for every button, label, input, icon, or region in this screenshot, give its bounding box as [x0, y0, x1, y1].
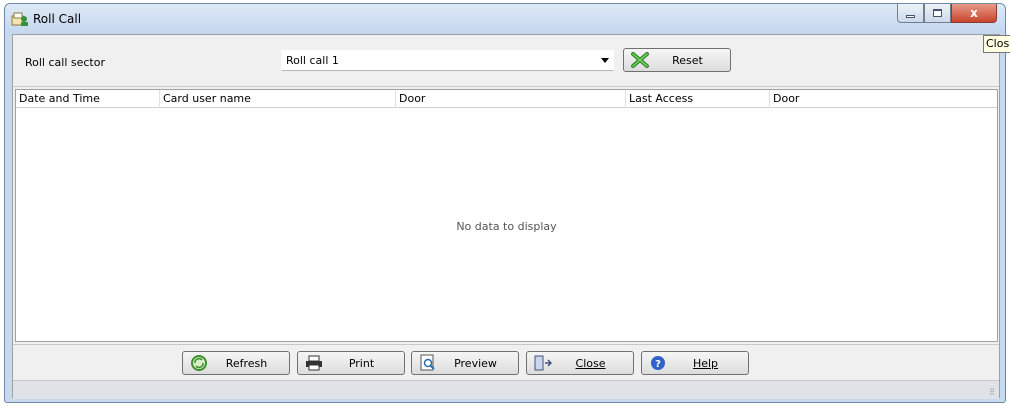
help-button[interactable]: ? Help: [641, 351, 749, 375]
action-toolbar: Refresh Print Preview Close ? Help: [13, 344, 999, 380]
column-header-door-2[interactable]: Door: [770, 90, 997, 108]
grid-header: Date and Time Card user name Door Last A…: [16, 90, 997, 108]
roll-call-sector-combo[interactable]: Roll call 1: [281, 50, 614, 71]
printer-icon: [303, 353, 325, 373]
combo-selected-value: Roll call 1: [286, 54, 339, 67]
column-header-date-time[interactable]: Date and Time: [16, 90, 160, 108]
roll-call-sector-label: Roll call sector: [25, 56, 105, 69]
column-header-card-user-name[interactable]: Card user name: [160, 90, 396, 108]
preview-icon: [417, 353, 439, 373]
reset-button[interactable]: Reset: [623, 48, 731, 72]
client-area: Roll call sector Roll call 1 Reset Date …: [12, 34, 1000, 399]
green-x-icon: [629, 50, 651, 70]
roll-call-icon: [11, 11, 29, 27]
print-button[interactable]: Print: [297, 351, 405, 375]
column-header-last-access[interactable]: Last Access: [626, 90, 770, 108]
close-tooltip: Close: [983, 35, 1010, 53]
column-header-door[interactable]: Door: [396, 90, 626, 108]
chevron-down-icon[interactable]: [601, 58, 609, 63]
preview-button-label: Preview: [454, 356, 497, 370]
close-icon: x: [970, 6, 978, 20]
minimize-icon: [906, 14, 915, 18]
close-button[interactable]: Close: [526, 351, 634, 375]
close-button-label: Close: [575, 356, 606, 370]
window-close-button[interactable]: x: [951, 4, 997, 23]
maximize-icon: [933, 9, 942, 17]
window-title: Roll Call: [33, 12, 82, 26]
preview-button[interactable]: Preview: [411, 351, 519, 375]
resize-grip-icon[interactable]: ⠿: [989, 388, 996, 397]
maximize-button[interactable]: [924, 4, 951, 23]
filter-bar: Roll call sector Roll call 1 Reset: [13, 35, 999, 87]
help-button-label: Help: [692, 356, 719, 370]
empty-grid-message: No data to display: [456, 220, 557, 233]
window-controls: x: [897, 4, 997, 23]
minimize-button[interactable]: [897, 4, 924, 23]
refresh-button-label: Refresh: [225, 356, 268, 370]
svg-text:?: ?: [655, 359, 661, 370]
refresh-button[interactable]: Refresh: [182, 351, 290, 375]
status-bar: ⠿: [13, 380, 999, 399]
roll-call-window: Roll Call x Roll call sector Roll call 1: [4, 3, 1006, 403]
roll-call-grid[interactable]: Date and Time Card user name Door Last A…: [15, 89, 998, 342]
refresh-icon: [188, 353, 210, 373]
print-button-label: Print: [348, 356, 375, 370]
exit-door-icon: [532, 353, 554, 373]
reset-button-label: Reset: [672, 53, 703, 67]
title-bar[interactable]: Roll Call x: [5, 4, 1005, 34]
help-icon: ?: [647, 353, 669, 373]
